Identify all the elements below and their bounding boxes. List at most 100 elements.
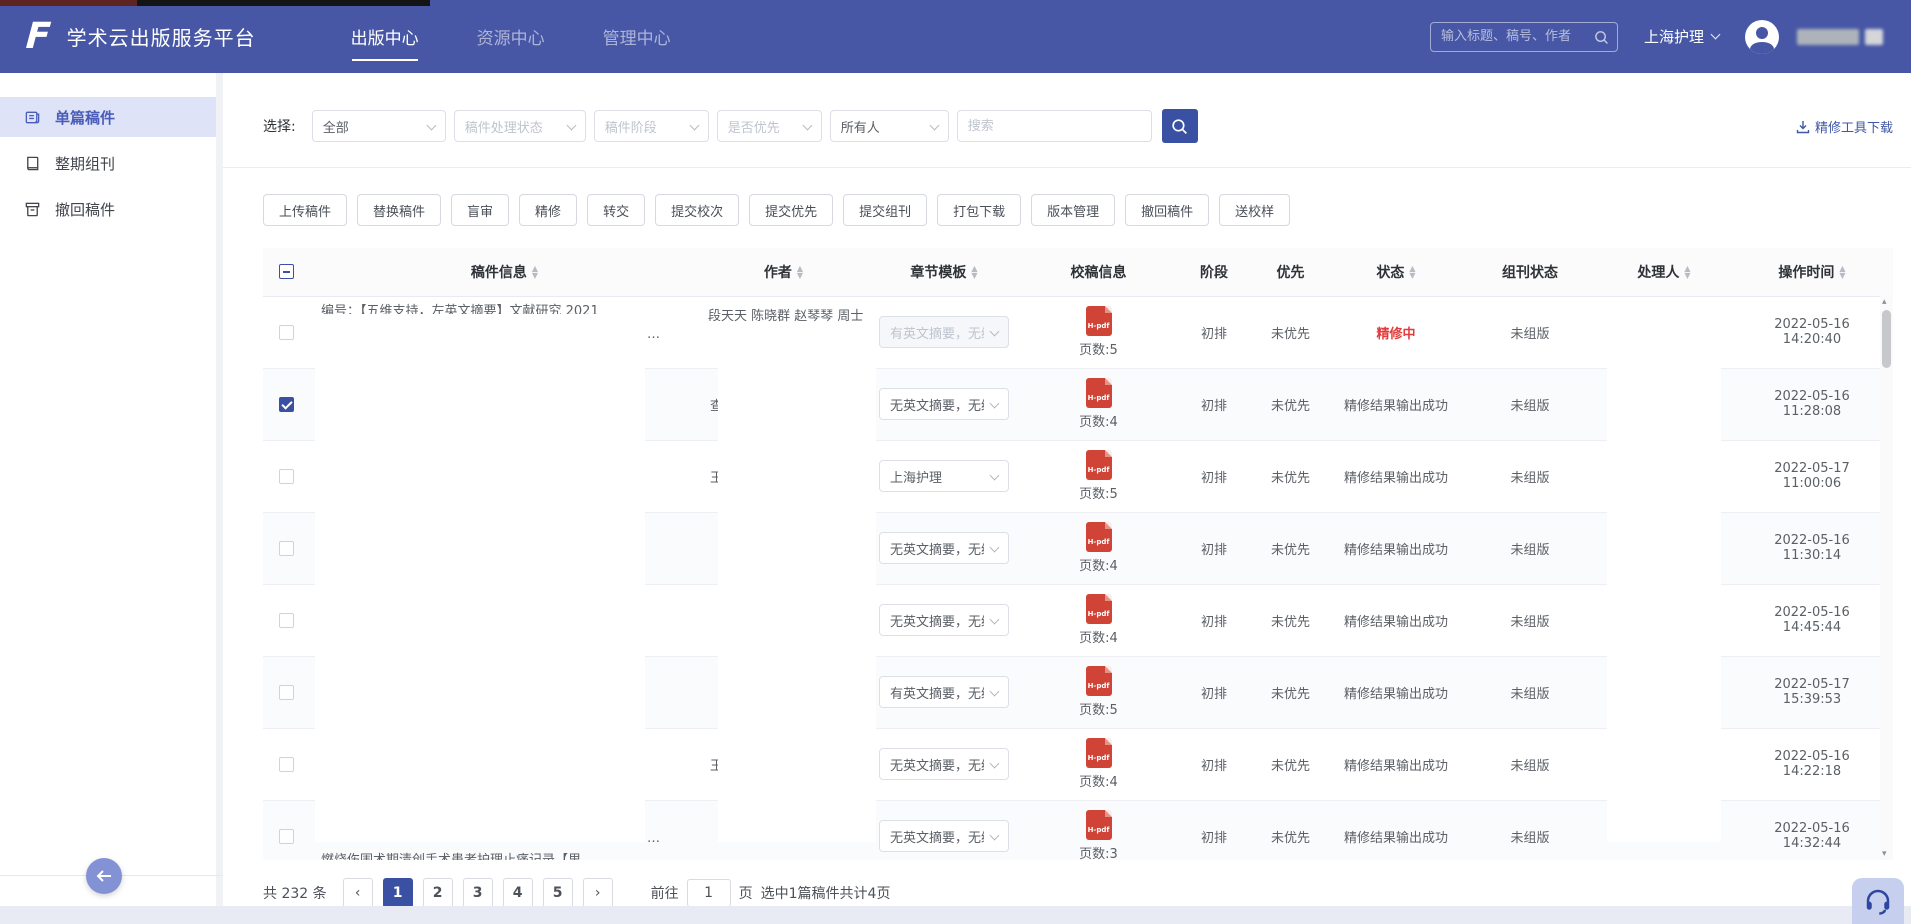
org-selector[interactable]: 上海护理 [1644, 26, 1719, 47]
template-select[interactable]: 无英文摘要，无编 [879, 532, 1009, 564]
app-title: 学术云出版服务平台 [67, 22, 256, 51]
tool-download-link[interactable]: 精修工具下载 [1796, 117, 1893, 136]
template-select[interactable]: 无英文摘要，无编 [879, 820, 1009, 852]
filter-select[interactable]: 稿件阶段 [594, 110, 709, 142]
filter-select[interactable]: 全部 [312, 110, 446, 142]
prev-page-button[interactable]: ‹ [343, 878, 373, 908]
stage-cell: 初排 [1176, 800, 1252, 860]
action-button[interactable]: 打包下载 [937, 194, 1021, 226]
search-button[interactable] [1162, 109, 1198, 143]
filter-select[interactable]: 稿件处理状态 [454, 110, 586, 142]
scrollbar-thumb[interactable] [1882, 310, 1891, 368]
template-select[interactable]: 有英文摘要，无编 [879, 316, 1009, 348]
search-icon[interactable] [1593, 29, 1610, 50]
column-header[interactable]: 章节模板▲▼ [867, 248, 1021, 296]
sort-icon[interactable]: ▲▼ [797, 265, 803, 279]
template-select[interactable]: 无英文摘要，无编 [879, 604, 1009, 636]
pdf-file-icon[interactable]: H-pdf [1086, 666, 1112, 696]
row-checkbox[interactable] [279, 469, 294, 484]
action-button[interactable]: 撤回稿件 [1125, 194, 1209, 226]
filter-select[interactable]: 是否优先 [717, 110, 822, 142]
manuscript-table: 稿件信息▲▼作者▲▼章节模板▲▼校稿信息阶段优先状态▲▼组刊状态处理人▲▼操作时… [263, 248, 1893, 860]
collapse-back-button[interactable] [86, 858, 122, 894]
pdf-file-icon[interactable]: H-pdf [1086, 810, 1112, 840]
sort-icon[interactable]: ▲▼ [1409, 265, 1415, 279]
row-select-cell [263, 800, 309, 860]
table-scrollbar: ▴ ▾ [1880, 296, 1893, 860]
stage-cell: 初排 [1176, 440, 1252, 512]
row-checkbox[interactable] [279, 325, 294, 340]
chevron-down-icon [990, 687, 1000, 697]
page-number-button[interactable]: 3 [463, 878, 493, 908]
column-header[interactable]: 作者▲▼ [700, 248, 867, 296]
chevron-down-icon [990, 399, 1000, 409]
column-header[interactable]: 稿件信息▲▼ [309, 248, 700, 296]
sidebar-item[interactable]: 撤回稿件 [0, 189, 216, 229]
template-select[interactable]: 无英文摘要，无编 [879, 388, 1009, 420]
keyword-search-input[interactable] [957, 110, 1152, 142]
nav-item[interactable]: 出版中心 [351, 24, 419, 49]
sidebar-item[interactable]: 整期组刊 [0, 143, 216, 183]
priority-cell: 未优先 [1252, 584, 1329, 656]
scroll-up-icon[interactable]: ▴ [1882, 297, 1887, 307]
filter-select[interactable]: 所有人 [830, 110, 949, 142]
filter-select-value: 全部 [323, 117, 349, 136]
customer-support-button[interactable] [1852, 878, 1904, 924]
next-page-button[interactable]: › [583, 878, 613, 908]
pdf-file-icon[interactable]: H-pdf [1086, 738, 1112, 768]
header-search-input[interactable] [1431, 23, 1617, 51]
sort-icon[interactable]: ▲▼ [1839, 265, 1845, 279]
page-number-button[interactable]: 2 [423, 878, 453, 908]
redaction-overlay [315, 314, 645, 842]
action-button[interactable]: 提交组刊 [843, 194, 927, 226]
proof-info-cell: H-pdf页数:4 [1021, 584, 1176, 656]
sort-icon[interactable]: ▲▼ [971, 265, 977, 279]
row-checkbox[interactable] [279, 397, 294, 412]
template-select[interactable]: 上海护理 [879, 460, 1009, 492]
pdf-file-icon[interactable]: H-pdf [1086, 306, 1112, 336]
row-checkbox[interactable] [279, 541, 294, 556]
nav-item[interactable]: 资源中心 [477, 24, 545, 49]
search-icon [1170, 117, 1189, 136]
template-select[interactable]: 无英文摘要，无编 [879, 748, 1009, 780]
sort-icon[interactable]: ▲▼ [532, 265, 538, 279]
select-all-checkbox[interactable] [279, 264, 294, 279]
action-button[interactable]: 上传稿件 [263, 194, 347, 226]
column-header[interactable]: 状态▲▼ [1329, 248, 1463, 296]
template-cell: 无英文摘要，无编 [867, 368, 1021, 440]
row-checkbox[interactable] [279, 757, 294, 772]
row-checkbox[interactable] [279, 829, 294, 844]
column-header[interactable]: 处理人▲▼ [1597, 248, 1731, 296]
chevron-down-icon [990, 471, 1000, 481]
priority-cell: 未优先 [1252, 512, 1329, 584]
pdf-file-icon[interactable]: H-pdf [1086, 522, 1112, 552]
goto-page-input[interactable] [687, 879, 731, 907]
sort-icon[interactable]: ▲▼ [1684, 265, 1690, 279]
action-button[interactable]: 送校样 [1219, 194, 1290, 226]
action-button[interactable]: 版本管理 [1031, 194, 1115, 226]
action-button[interactable]: 替换稿件 [357, 194, 441, 226]
action-button[interactable]: 转交 [587, 194, 645, 226]
row-checkbox[interactable] [279, 685, 294, 700]
template-cell: 无英文摘要，无编 [867, 512, 1021, 584]
template-select[interactable]: 有英文摘要，无编 [879, 676, 1009, 708]
page-number-button[interactable]: 4 [503, 878, 533, 908]
action-button[interactable]: 精修 [519, 194, 577, 226]
status-text: 精修结果输出成功 [1344, 399, 1448, 414]
pdf-file-icon[interactable]: H-pdf [1086, 450, 1112, 480]
avatar[interactable] [1745, 20, 1779, 54]
op-date: 2022-05-16 [1731, 389, 1893, 404]
page-number-button[interactable]: 5 [543, 878, 573, 908]
action-button[interactable]: 提交优先 [749, 194, 833, 226]
action-button[interactable]: 提交校次 [655, 194, 739, 226]
pdf-file-icon[interactable]: H-pdf [1086, 378, 1112, 408]
scroll-down-icon[interactable]: ▾ [1882, 849, 1887, 859]
pdf-file-icon[interactable]: H-pdf [1086, 594, 1112, 624]
column-header[interactable]: 操作时间▲▼ [1731, 248, 1893, 296]
nav-item[interactable]: 管理中心 [603, 24, 671, 49]
page-number-button[interactable]: 1 [383, 878, 413, 908]
action-button[interactable]: 盲审 [451, 194, 509, 226]
pagination: 共 232 条 ‹ 12345 › 前往 页 选中1篇稿件共计4页 [263, 878, 1893, 908]
sidebar-item[interactable]: 单篇稿件 [0, 97, 216, 137]
row-checkbox[interactable] [279, 613, 294, 628]
